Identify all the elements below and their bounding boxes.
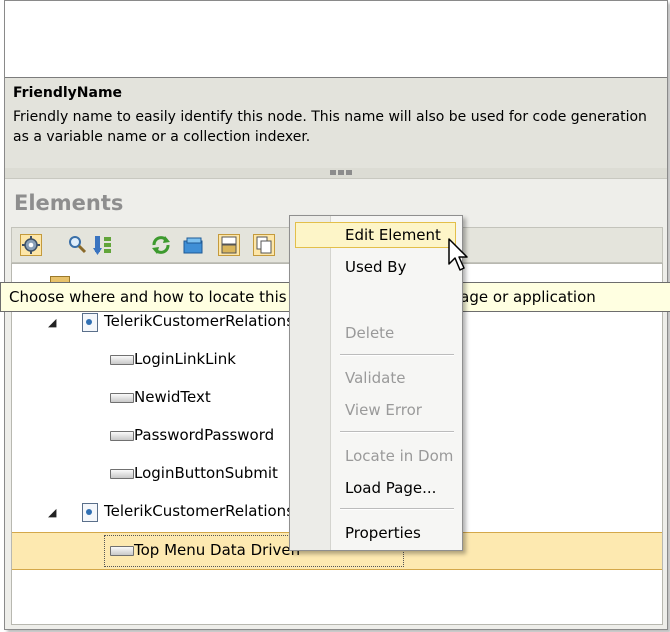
menu-item-properties[interactable]: Properties <box>345 520 421 546</box>
menu-item-load-page[interactable]: Load Page... <box>345 475 436 501</box>
menu-item-view-error[interactable]: View Error <box>345 397 422 423</box>
search-icon[interactable] <box>67 234 89 256</box>
properties-grid-area <box>5 1 667 78</box>
element-icon <box>110 546 134 556</box>
context-menu-gutter <box>290 216 331 550</box>
element-icon <box>110 469 134 479</box>
expand-icon[interactable]: ◢ <box>48 316 56 329</box>
elements-panel-title: Elements <box>14 191 124 215</box>
folder-icon[interactable] <box>182 234 204 256</box>
mouse-cursor-icon <box>448 238 470 276</box>
page-icon <box>82 313 98 332</box>
sort-icon[interactable] <box>92 234 114 256</box>
page-icon <box>82 503 98 522</box>
tree-item-label: LoginButtonSubmit <box>134 464 278 482</box>
element-icon <box>110 355 134 365</box>
tree-item-label: TelerikCustomerRelations <box>104 312 295 330</box>
menu-separator <box>340 354 454 356</box>
menu-item-locate-in-dom[interactable]: Locate in Dom <box>345 443 453 469</box>
property-name: FriendlyName <box>13 85 123 101</box>
refresh-icon[interactable] <box>150 234 172 256</box>
settings-icon[interactable] <box>20 234 42 256</box>
tree-item-label: TelerikCustomerRelations <box>104 502 295 520</box>
panel-splitter[interactable] <box>5 168 667 179</box>
layout-icon[interactable] <box>218 234 240 256</box>
tree-item-label: NewidText <box>134 388 211 406</box>
context-menu: Edit Element Used By Delete Validate Vie… <box>289 215 463 551</box>
menu-separator <box>340 508 454 510</box>
menu-item-edit-element[interactable]: Edit Element <box>345 222 441 248</box>
menu-item-used-by[interactable]: Used By <box>345 254 406 280</box>
tree-item-label: LoginLinkLink <box>134 350 236 368</box>
menu-item-validate[interactable]: Validate <box>345 365 405 391</box>
element-icon <box>110 431 134 441</box>
property-description-panel: FriendlyName Friendly name to easily ide… <box>5 78 667 169</box>
splitter-grip-icon <box>330 170 356 175</box>
tree-item-label: PasswordPassword <box>134 426 275 444</box>
property-description: Friendly name to easily identify this no… <box>13 109 647 145</box>
element-icon <box>110 393 134 403</box>
expand-icon[interactable]: ◢ <box>48 506 56 519</box>
menu-item-delete[interactable]: Delete <box>345 320 394 346</box>
copy-icon[interactable] <box>253 234 275 256</box>
tree-item-label: Top Menu Data Driven <box>134 541 301 559</box>
menu-separator <box>340 431 454 433</box>
